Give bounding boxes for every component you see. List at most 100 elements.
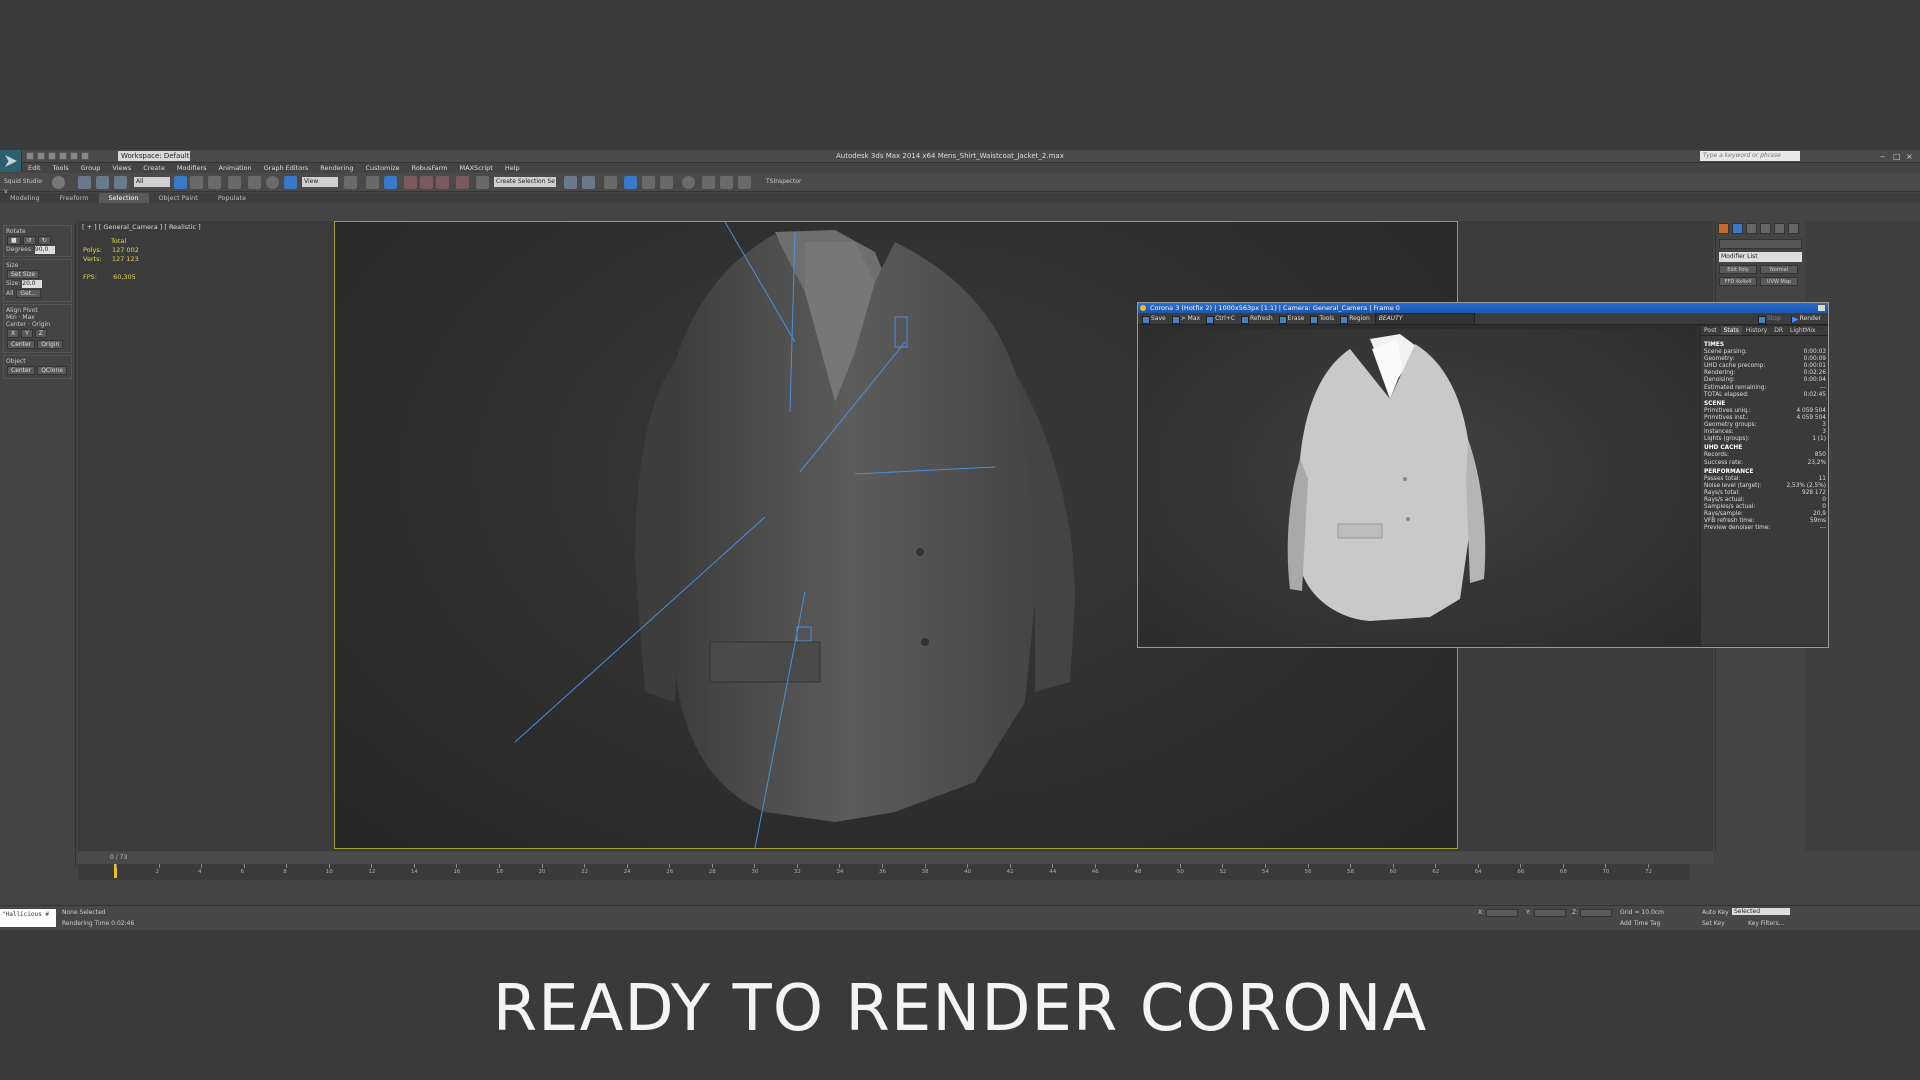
new-icon[interactable] [26, 152, 34, 160]
corona-tools-button[interactable]: Tools [1309, 314, 1337, 324]
corona-to-max-button[interactable]: > Max [1171, 314, 1203, 324]
maximize-icon[interactable]: □ [1893, 152, 1901, 161]
tab-stats[interactable]: Stats [1720, 326, 1742, 335]
corona-close-icon[interactable] [1817, 304, 1826, 312]
menu-group[interactable]: Group [75, 163, 107, 173]
time-slider[interactable]: 0 / 73 [78, 852, 1713, 864]
display-tab-icon[interactable] [1774, 223, 1785, 234]
rotate-icon[interactable] [266, 176, 279, 189]
qclone-button[interactable]: QClone [37, 366, 67, 375]
key-mode-dropdown[interactable]: Selected [1732, 908, 1790, 915]
tab-history[interactable]: History [1743, 326, 1770, 335]
corona-copy-button[interactable]: Ctrl+C [1205, 314, 1238, 324]
hierarchy-tab-icon[interactable] [1746, 223, 1757, 234]
corona-save-button[interactable]: Save [1141, 314, 1169, 324]
z-button[interactable]: Z [34, 329, 47, 338]
ffd-button[interactable]: FFD 4x4x4 [1719, 277, 1757, 286]
edit-named-selection-icon[interactable] [476, 176, 489, 189]
rendered-image[interactable] [1140, 329, 1700, 645]
degrees-input[interactable]: 90,0 [34, 246, 55, 254]
render-production-icon[interactable] [738, 176, 751, 189]
tab-lightmix[interactable]: LightMix [1787, 326, 1818, 335]
max-logo-icon[interactable] [0, 150, 22, 172]
selection-filter-dropdown[interactable]: All [134, 177, 170, 187]
corona-refresh-button[interactable]: Refresh [1240, 314, 1276, 324]
render-pass-dropdown[interactable]: BEAUTY [1374, 312, 1475, 325]
squid-icon[interactable] [52, 176, 65, 189]
origin-radio[interactable]: Origin [32, 321, 50, 328]
all-radio[interactable]: All [6, 290, 13, 297]
align-icon[interactable] [582, 176, 595, 189]
maxscript-listener[interactable]: "Hallicious # [0, 909, 56, 927]
menu-views[interactable]: Views [106, 163, 137, 173]
curve-editor-icon[interactable] [642, 176, 655, 189]
y-coordinate-field[interactable] [1534, 909, 1566, 917]
layer-manager-icon[interactable] [604, 176, 617, 189]
corona-region-button[interactable]: Region [1339, 314, 1373, 324]
motion-tab-icon[interactable] [1760, 223, 1771, 234]
select-manipulate-icon[interactable] [366, 176, 379, 189]
reference-coordinate-dropdown[interactable]: View [302, 177, 338, 187]
pivot-icon[interactable] [344, 176, 357, 189]
select-object-icon[interactable] [174, 176, 187, 189]
tab-selection[interactable]: Selection [98, 193, 149, 203]
menu-animation[interactable]: Animation [213, 163, 258, 173]
uvw-map-button[interactable]: UVW Map [1760, 277, 1798, 286]
get-button[interactable]: Get... [16, 289, 41, 298]
angle-snap-icon[interactable] [420, 176, 433, 189]
corona-vfb-window[interactable]: Corona 3 (Hotfix 2) | 1000x563px [1:1] |… [1137, 302, 1829, 648]
auto-key-button[interactable]: Auto Key [1702, 909, 1729, 916]
menu-robusfarm[interactable]: RobusFarm [406, 163, 454, 173]
viewport-label[interactable]: [ + ] [ General_Camera ] [ Realistic ] [82, 223, 201, 231]
spinner-snap-icon[interactable] [456, 176, 469, 189]
object-center-button[interactable]: Center [7, 366, 36, 375]
track-bar[interactable]: 2 4 6 8 10 12 14 16 18 20 22 24 26 28 30 32 34 36 38 40 42 44… [78, 864, 1690, 880]
center-button[interactable]: Center [7, 340, 36, 349]
scale-icon[interactable] [284, 176, 297, 189]
schematic-view-icon[interactable] [660, 176, 673, 189]
undo-icon[interactable] [59, 152, 67, 160]
x-coordinate-field[interactable] [1486, 909, 1518, 917]
tab-freeform[interactable]: Freeform [50, 193, 99, 203]
max-radio[interactable]: Max [22, 314, 34, 321]
tab-populate[interactable]: Populate [208, 193, 256, 203]
menu-graph-editors[interactable]: Graph Editors [258, 163, 315, 173]
modifier-list-dropdown[interactable]: Modifier List [1719, 252, 1802, 262]
y-button[interactable]: Y [21, 329, 33, 338]
corona-render-button[interactable]: Render [1790, 314, 1824, 324]
set-key-button[interactable]: Set Key [1702, 920, 1725, 927]
add-time-tag-button[interactable]: Add Time Tag [1620, 920, 1660, 927]
menu-tools[interactable]: Tools [47, 163, 75, 173]
menu-modifiers[interactable]: Modifiers [171, 163, 213, 173]
mirror-icon[interactable] [564, 176, 577, 189]
material-editor-icon[interactable] [682, 176, 695, 189]
size-input[interactable]: 20,0 [22, 280, 43, 288]
snaps-toggle-icon[interactable] [404, 176, 417, 189]
minimize-icon[interactable]: ‒ [1880, 152, 1885, 161]
named-selection-dropdown[interactable]: Create Selection Se [494, 177, 556, 187]
tab-dr[interactable]: DR [1771, 326, 1786, 335]
link-icon[interactable] [78, 176, 91, 189]
studio-label[interactable]: Squid Studio v [2, 177, 46, 195]
rendered-frame-window-icon[interactable] [720, 176, 733, 189]
create-tab-icon[interactable] [1718, 223, 1729, 234]
edit-poly-button[interactable]: Edit Poly [1719, 265, 1757, 274]
keyboard-shortcut-icon[interactable] [384, 176, 397, 189]
tab-modeling[interactable]: Modeling [0, 193, 50, 203]
workspace-dropdown[interactable]: Workspace: Default [118, 151, 190, 161]
set-size-button[interactable]: Set Size [7, 270, 40, 279]
corona-stop-button[interactable]: Stop [1757, 314, 1784, 324]
key-filters-button[interactable]: Key Filters... [1748, 920, 1785, 927]
graphite-ribbon-icon[interactable] [624, 176, 637, 189]
menu-help[interactable]: Help [499, 163, 526, 173]
menu-customize[interactable]: Customize [359, 163, 405, 173]
rotate-ccw-icon[interactable]: ↺ [22, 236, 36, 245]
select-by-name-icon[interactable] [190, 176, 203, 189]
menu-rendering[interactable]: Rendering [314, 163, 359, 173]
percent-snap-icon[interactable] [436, 176, 449, 189]
z-coordinate-field[interactable] [1580, 909, 1612, 917]
selection-region-icon[interactable] [208, 176, 221, 189]
modify-tab-icon[interactable] [1732, 223, 1743, 234]
rotate-cw-icon[interactable]: ↻ [37, 236, 51, 245]
min-radio[interactable]: Min [6, 314, 17, 321]
